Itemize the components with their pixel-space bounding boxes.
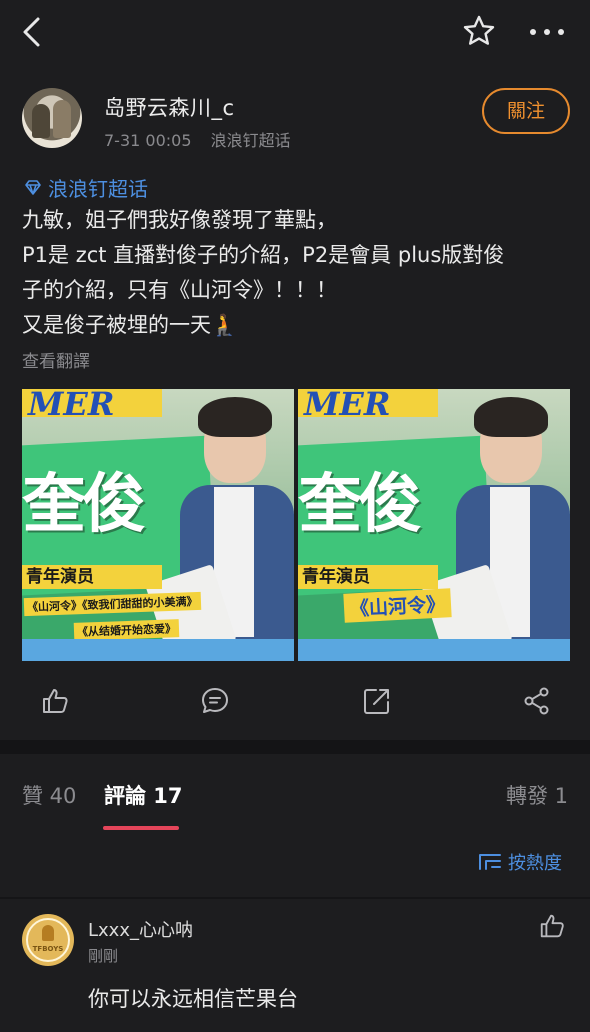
post-text: 九敏，姐子們我好像發現了華點， P1是 zct 直播對俊子的介紹，P2是會員 p… <box>22 203 574 343</box>
sort-icon <box>479 854 501 870</box>
image-big-text: 奎俊 <box>22 468 146 542</box>
comment-icon[interactable] <box>200 686 230 716</box>
post-meta: 7-31 00:05 浪浪钉超话 <box>104 127 305 151</box>
post-timestamp: 7-31 00:05 <box>104 131 192 150</box>
avatar-figure <box>53 100 71 138</box>
tab-bar: 贊 40 評論 17 轉發 1 <box>0 754 590 832</box>
post-image-2[interactable]: MER 奎俊 青年演员 《山河令》 <box>298 389 570 661</box>
image-ribbon: 青年演员 <box>22 565 162 589</box>
diamond-icon <box>25 179 41 195</box>
post-text-line: 子的介紹，只有《山河令》！！！ <box>22 278 337 302</box>
post-image-1[interactable]: MER 奎俊 青年演员 《山河令》《致我们甜甜的小美满》 《从结婚开始恋爱》 <box>22 389 294 661</box>
thumbs-up-icon[interactable] <box>40 686 70 716</box>
tab-comments[interactable]: 評論 17 <box>104 780 183 810</box>
comment-text: 你可以永远相信芒果台 <box>88 987 298 1011</box>
image-person <box>421 389 570 661</box>
post-text-line: P1是 zct 直播對俊子的介紹，P2是會員 plus版對俊 <box>22 243 505 267</box>
post-text-line: 九敏，姐子們我好像發現了華點， <box>22 208 337 232</box>
comment-avatar-text: TFBOYS <box>32 945 64 953</box>
section-divider <box>0 740 590 754</box>
topic-link-label: 浪浪钉超话 <box>48 177 148 201</box>
image-caption: 《从结婚开始恋爱》 <box>73 619 180 641</box>
avatar-figure <box>32 104 50 138</box>
image-big-text: 奎俊 <box>298 468 422 542</box>
more-horizontal-icon[interactable] <box>528 22 566 42</box>
sort-button[interactable]: 按熱度 <box>478 849 562 875</box>
tab-likes[interactable]: 贊 40 <box>22 780 76 810</box>
top-bar <box>0 0 590 64</box>
comment-avatar[interactable]: TFBOYS <box>22 914 74 966</box>
comment-username[interactable]: Lxxx_心心呐 <box>88 916 193 942</box>
avatar[interactable] <box>22 88 82 148</box>
tab-reposts[interactable]: 轉發 1 <box>506 780 568 810</box>
chevron-left-icon[interactable] <box>18 16 46 48</box>
image-top-text: MER <box>28 389 115 423</box>
star-outline-icon[interactable] <box>462 14 496 48</box>
image-bottom-strip <box>298 639 570 661</box>
comment-time: 剛剛 <box>88 947 119 965</box>
comment-like-icon[interactable] <box>538 912 566 940</box>
image-caption: 《山河令》 <box>343 588 452 623</box>
comment-divider <box>0 897 590 899</box>
image-ribbon: 青年演员 <box>298 565 438 589</box>
share-nodes-icon[interactable] <box>522 686 552 716</box>
tab-active-indicator <box>103 826 179 830</box>
image-bottom-strip <box>22 639 294 661</box>
topic-link[interactable]: 浪浪钉超话 <box>22 173 148 202</box>
share-external-icon[interactable] <box>362 686 392 716</box>
post-username[interactable]: 岛野云森川_c <box>104 92 235 122</box>
image-top-text: MER <box>304 389 391 423</box>
post-source[interactable]: 浪浪钉超话 <box>211 131 291 150</box>
post-text-line: 又是俊子被埋的一天🧎 <box>22 313 238 337</box>
sort-label: 按熱度 <box>508 853 562 874</box>
image-person <box>145 389 294 661</box>
follow-button[interactable]: 關注 <box>482 88 570 134</box>
translate-link[interactable]: 查看翻譯 <box>22 347 90 372</box>
action-bar <box>0 672 590 730</box>
